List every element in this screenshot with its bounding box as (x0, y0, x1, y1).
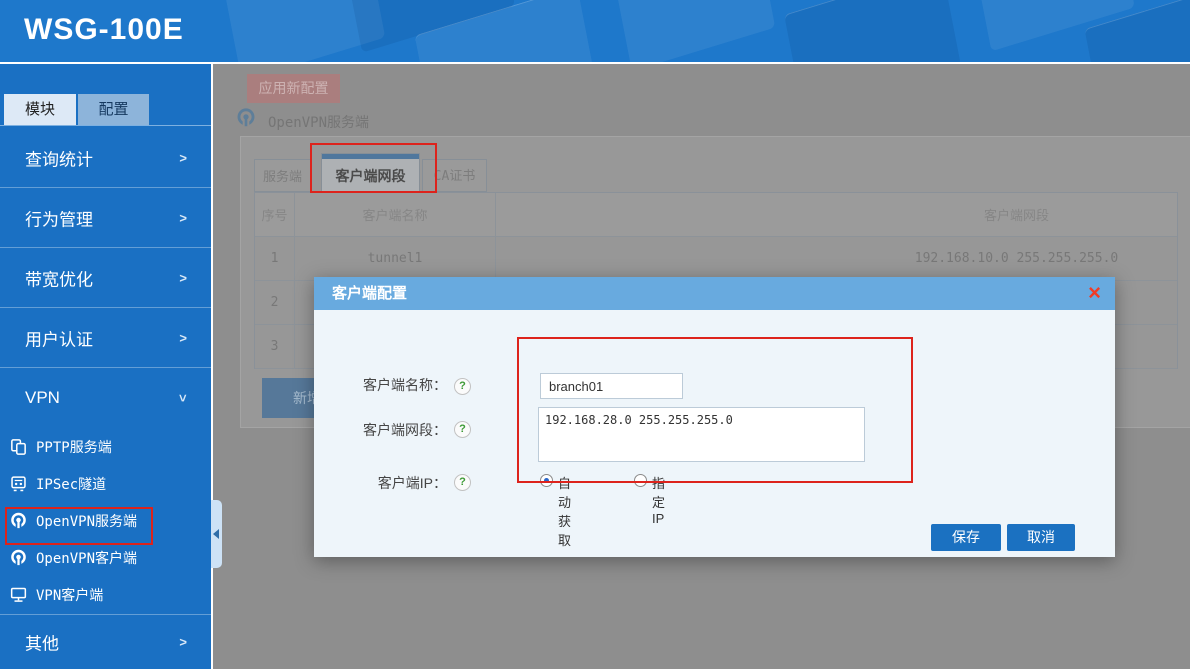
submenu-label: OpenVPN客户端 (36, 548, 137, 568)
menu-label: 用户认证 (25, 325, 93, 350)
dialog-title: 客户端配置 (332, 277, 407, 310)
help-icon[interactable]: ? (454, 378, 471, 395)
sidebar-tab-config[interactable]: 配置 (78, 94, 149, 125)
help-icon[interactable]: ? (454, 474, 471, 491)
ipsec-icon (9, 474, 28, 493)
table-header-row: 序号 客户端名称 客户端网段 (255, 193, 1177, 237)
radio-auto-obtain-label[interactable]: 自动获取 (558, 473, 571, 549)
radio-specify-ip-label[interactable]: 指定IP (652, 473, 665, 526)
sidebar-item-openvpn-server[interactable]: OpenVPN服务端 (0, 502, 211, 539)
cell-no: 1 (255, 237, 295, 280)
submenu-label: IPSec隧道 (36, 474, 106, 494)
menu-label: 其他 (25, 630, 59, 655)
tab-server[interactable]: 服务端 (254, 159, 311, 192)
sidebar-item-behavior-mgmt[interactable]: 行为管理 > (0, 188, 211, 248)
col-header-segment: 客户端网段 (496, 193, 1177, 236)
sidebar-item-bandwidth[interactable]: 带宽优化 > (0, 248, 211, 308)
sidebar-item-vpn[interactable]: VPN > (0, 368, 211, 428)
collapse-arrow-icon (213, 529, 219, 539)
monitor-icon (9, 585, 28, 604)
sidebar-tab-divider (0, 125, 211, 126)
active-tab-bar (322, 154, 419, 159)
openvpn-icon (235, 107, 257, 129)
chevron-right-icon: > (179, 330, 187, 345)
apply-config-button[interactable]: 应用新配置 (247, 74, 340, 103)
chevron-down-icon: > (176, 394, 191, 402)
submenu-label: PPTP服务端 (36, 437, 112, 457)
sidebar-collapse-handle[interactable] (211, 500, 222, 568)
sidebar-item-other[interactable]: 其他 > (0, 614, 211, 669)
chevron-right-icon: > (179, 150, 187, 165)
sidebar-item-user-auth[interactable]: 用户认证 > (0, 308, 211, 368)
submenu-label: VPN客户端 (36, 585, 103, 605)
cell-no: 3 (255, 325, 295, 368)
table-row: 1 tunnel1 192.168.10.0 255.255.255.0 (255, 237, 1177, 281)
chevron-right-icon: > (179, 210, 187, 225)
cell-name: tunnel1 (295, 237, 496, 280)
cancel-button[interactable]: 取消 (1007, 524, 1075, 551)
col-header-no: 序号 (255, 193, 295, 236)
menu-label: VPN (25, 388, 60, 408)
menu-label: 带宽优化 (25, 265, 93, 290)
save-button[interactable]: 保存 (931, 524, 1001, 551)
openvpn-icon (9, 511, 28, 530)
col-header-name: 客户端名称 (295, 193, 496, 236)
cell-no: 2 (255, 281, 295, 324)
sidebar-item-ipsec-tunnel[interactable]: IPSec隧道 (0, 465, 211, 502)
tab-ca-cert[interactable]: CA证书 (422, 159, 487, 192)
tab-client-segment[interactable]: 客户端网段 (321, 153, 420, 192)
client-segment-textarea[interactable]: 192.168.28.0 255.255.255.0 (538, 407, 865, 462)
app-title: WSG-100E (24, 13, 184, 47)
sidebar-item-pptp-server[interactable]: PPTP服务端 (0, 428, 211, 465)
pptp-icon (9, 437, 28, 456)
client-segment-label: 客户端网段： (342, 422, 447, 438)
sidebar-item-openvpn-client[interactable]: OpenVPN客户端 (0, 539, 211, 576)
openvpn-icon (9, 548, 28, 567)
cell-segment: 192.168.10.0 255.255.255.0 (496, 237, 1177, 280)
page-title: OpenVPN服务端 (268, 112, 369, 132)
sidebar-item-vpn-client[interactable]: VPN客户端 (0, 576, 211, 613)
client-name-input[interactable] (540, 373, 683, 399)
client-name-label: 客户端名称： (342, 371, 447, 399)
top-banner: WSG-100E (0, 0, 1190, 62)
menu-label: 查询统计 (25, 145, 93, 170)
radio-specify-ip[interactable] (634, 474, 647, 487)
client-ip-label: 客户端IP： (342, 475, 447, 491)
sidebar-item-query-stats[interactable]: 查询统计 > (0, 128, 211, 188)
menu-label: 行为管理 (25, 205, 93, 230)
dialog-header: 客户端配置 × (314, 277, 1115, 310)
tab-label: 客户端网段 (336, 168, 406, 184)
close-icon[interactable]: × (1088, 279, 1101, 307)
sidebar-tab-modules[interactable]: 模块 (4, 94, 76, 125)
client-config-dialog: 客户端配置 × 客户端名称： ? 客户端网段： ? 192.168.28.0 2… (314, 277, 1115, 557)
chevron-right-icon: > (179, 270, 187, 285)
radio-auto-obtain[interactable] (540, 474, 553, 487)
chevron-right-icon: > (179, 635, 187, 650)
help-icon[interactable]: ? (454, 421, 471, 438)
sidebar: 模块 配置 查询统计 > 行为管理 > 带宽优化 > 用户认证 > VPN > … (0, 64, 213, 669)
dialog-body: 客户端名称： ? 客户端网段： ? 192.168.28.0 255.255.2… (314, 310, 1115, 557)
submenu-label: OpenVPN服务端 (36, 511, 137, 531)
